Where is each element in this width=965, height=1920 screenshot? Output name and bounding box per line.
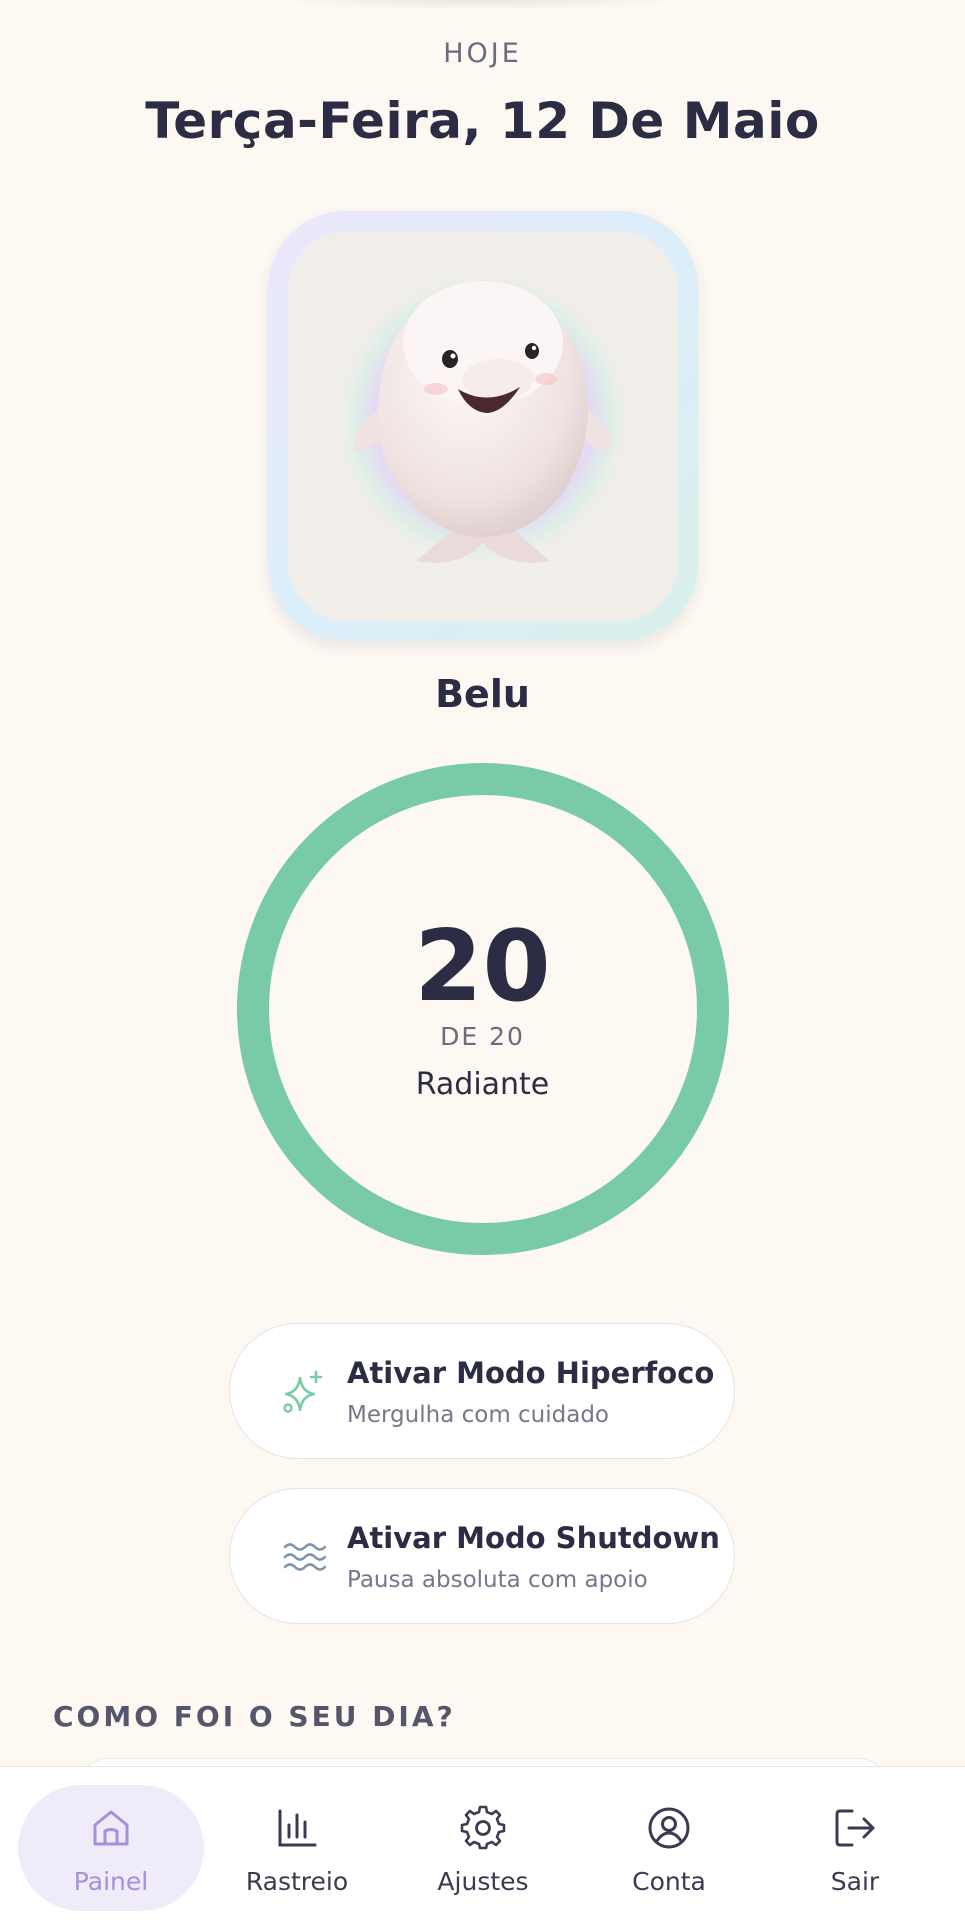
nav-item-conta[interactable]: Conta: [576, 1785, 762, 1911]
score-max-label: DE 20: [440, 1022, 525, 1051]
nav-item-sair[interactable]: Sair: [762, 1785, 948, 1911]
bottom-navigation: Painel Rastreio Ajustes Conta Sair: [0, 1766, 965, 1920]
score-value: 20: [414, 910, 551, 1024]
top-sheet-shadow: [270, 0, 690, 10]
shutdown-mode-title: Ativar Modo Shutdown: [347, 1521, 720, 1555]
shutdown-mode-subtitle: Pausa absoluta com apoio: [347, 1567, 648, 1593]
nav-label-sair: Sair: [830, 1867, 880, 1896]
hyperfocus-mode-button[interactable]: Ativar Modo Hiperfoco Mergulha com cuida…: [229, 1323, 735, 1459]
sparkles-icon: [283, 1370, 323, 1413]
shutdown-mode-button[interactable]: Ativar Modo Shutdown Pausa absoluta com …: [229, 1488, 735, 1624]
nav-item-ajustes[interactable]: Ajustes: [390, 1785, 576, 1911]
dashboard-page: HOJE Terça-Feira, 12 De Maio Belu 20 DE …: [0, 0, 965, 1920]
day-check-section-title: COMO FOI O SEU DIA?: [53, 1700, 456, 1733]
user-circle-icon: [648, 1807, 690, 1849]
gear-icon: [460, 1805, 506, 1850]
bar-chart-icon: [278, 1809, 317, 1847]
page-title: Terça-Feira, 12 De Maio: [145, 92, 820, 150]
pet-avatar: [288, 231, 678, 621]
waves-icon: [283, 1543, 326, 1571]
home-icon: [93, 1810, 129, 1846]
nav-label-painel: Painel: [73, 1867, 149, 1896]
beluga-whale-image: [333, 269, 633, 569]
nav-item-rastreio[interactable]: Rastreio: [204, 1785, 390, 1911]
pet-name: Belu: [435, 672, 530, 716]
hyperfocus-mode-title: Ativar Modo Hiperfoco: [347, 1356, 715, 1390]
hyperfocus-mode-subtitle: Mergulha com cuidado: [347, 1402, 610, 1428]
today-label: HOJE: [443, 38, 522, 69]
nav-label-conta: Conta: [632, 1867, 706, 1896]
nav-label-ajustes: Ajustes: [437, 1867, 529, 1896]
score-status: Radiante: [415, 1067, 550, 1102]
nav-item-painel[interactable]: Painel: [18, 1785, 204, 1911]
logout-icon: [835, 1809, 875, 1847]
pet-avatar-frame[interactable]: [268, 211, 698, 641]
nav-label-rastreio: Rastreio: [245, 1867, 349, 1896]
